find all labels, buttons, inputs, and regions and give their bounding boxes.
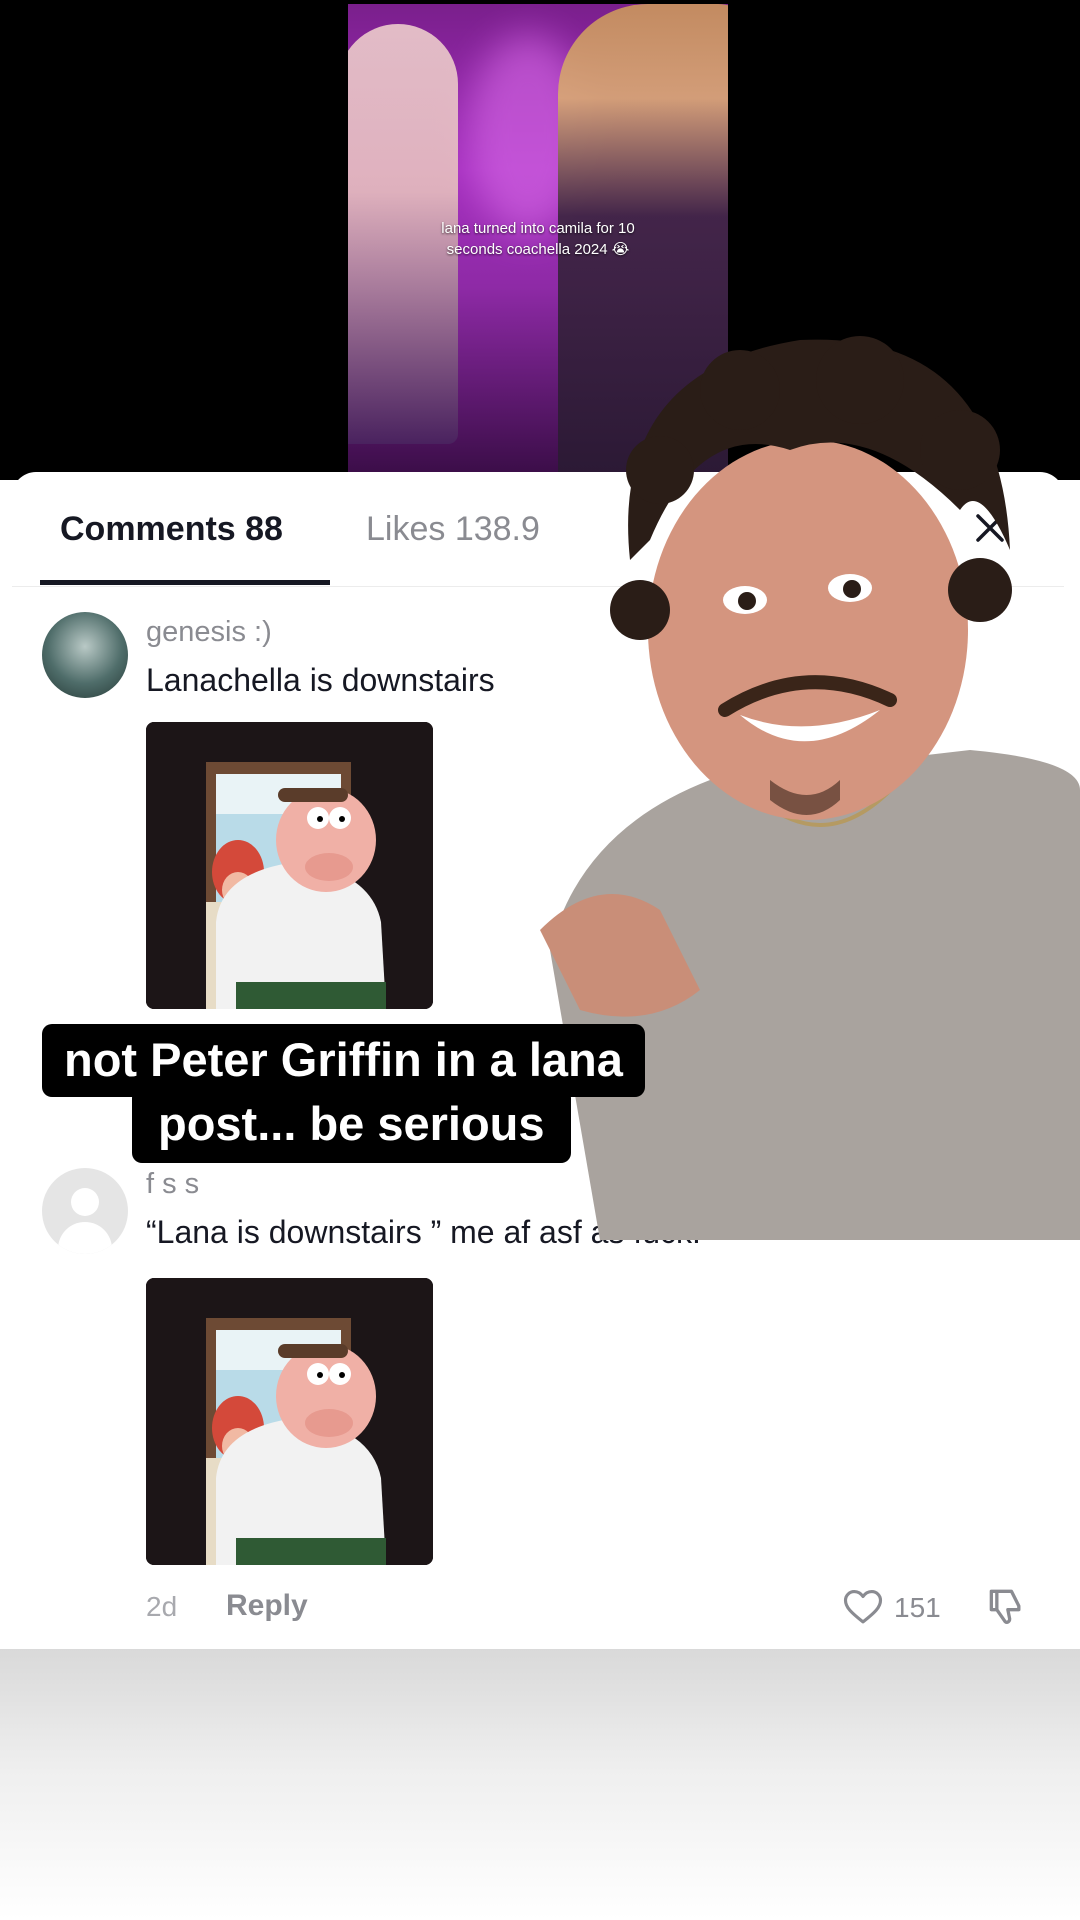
reply-button[interactable]: Reply xyxy=(226,1589,308,1623)
comment-username[interactable]: f s s xyxy=(146,1168,199,1201)
subtitle-line2: post... be serious xyxy=(132,1088,571,1163)
comment-text: Lanachella is downstairs xyxy=(146,662,495,698)
subtitle-line1: not Peter Griffin in a lana xyxy=(42,1024,645,1097)
comment-image[interactable] xyxy=(146,1278,433,1565)
thumbs-down-icon[interactable] xyxy=(984,1584,1028,1628)
heart-icon[interactable] xyxy=(842,1586,884,1628)
comment-date: 2d xyxy=(146,1591,178,1622)
comment-image[interactable] xyxy=(146,722,433,1009)
default-avatar-head xyxy=(71,1188,99,1216)
avatar[interactable] xyxy=(42,612,128,698)
tab-comments[interactable]: Comments 88 xyxy=(60,510,283,549)
active-tab-indicator xyxy=(40,580,330,585)
creator-overlay xyxy=(540,310,1080,1240)
comment-username[interactable]: genesis :) xyxy=(146,616,272,649)
default-avatar-body xyxy=(58,1222,112,1254)
video-caption-line1: lana turned into camila for 10 xyxy=(441,220,635,237)
bottom-fade xyxy=(0,1649,1080,1920)
peter-griffin-gif xyxy=(146,1278,433,1565)
peter-griffin-gif xyxy=(146,722,433,1009)
video-caption-line2: seconds coachella 2024 😭 xyxy=(446,241,630,258)
video-caption: lana turned into camila for 10 seconds c… xyxy=(348,218,728,260)
tab-likes[interactable]: Likes 138.9 xyxy=(366,510,540,549)
avatar[interactable] xyxy=(42,1168,128,1254)
creator-figure xyxy=(540,336,1080,1240)
like-count: 151 xyxy=(894,1592,941,1623)
